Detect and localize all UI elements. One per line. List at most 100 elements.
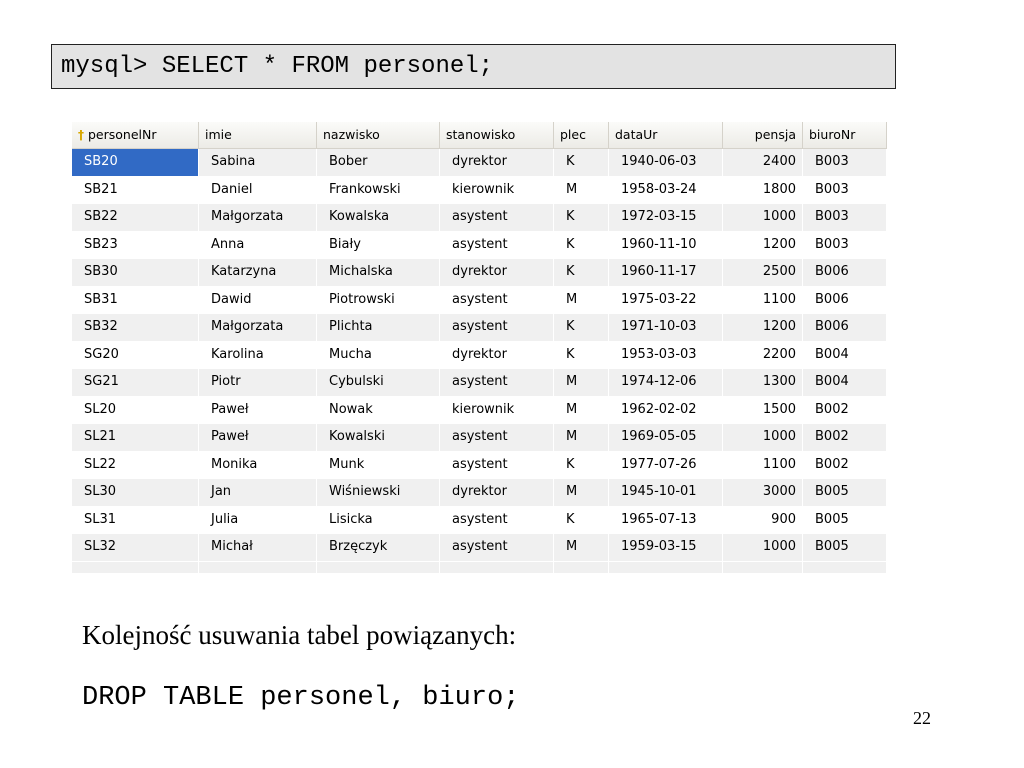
cell-imie[interactable]: Małgorzata xyxy=(199,314,317,341)
cell-imie[interactable]: Karolina xyxy=(199,341,317,368)
cell-plec[interactable]: K xyxy=(554,149,609,176)
cell-stanowisko[interactable]: asystent xyxy=(440,506,554,533)
table-row[interactable]: SB22 Małgorzata Kowalska asystent K 1972-03-1… xyxy=(72,204,887,232)
cell-pensja[interactable]: 1100 xyxy=(723,451,803,478)
cell-personelNr[interactable]: SL31 xyxy=(72,506,199,533)
cell-plec[interactable]: M xyxy=(554,369,609,396)
cell-stanowisko[interactable]: asystent xyxy=(440,286,554,313)
column-header-personelNr[interactable]: † personelNr xyxy=(72,122,199,148)
cell-imie[interactable]: Michał xyxy=(199,534,317,561)
cell-plec[interactable]: K xyxy=(554,314,609,341)
table-row[interactable]: SB32 Małgorzata Plichta asystent K 1971-10-03… xyxy=(72,314,887,342)
table-row[interactable]: SB30 Katarzyna Michalska dyrektor K 1960-11-1… xyxy=(72,259,887,287)
empty-cell[interactable] xyxy=(803,561,887,573)
cell-stanowisko[interactable]: dyrektor xyxy=(440,341,554,368)
cell-plec[interactable]: M xyxy=(554,479,609,506)
cell-dataUr[interactable]: 1953-03-03 xyxy=(609,341,723,368)
cell-stanowisko[interactable]: asystent xyxy=(440,451,554,478)
cell-stanowisko[interactable]: kierownik xyxy=(440,396,554,423)
cell-pensja[interactable]: 1200 xyxy=(723,231,803,258)
cell-personelNr[interactable]: SL32 xyxy=(72,534,199,561)
cell-stanowisko[interactable]: dyrektor xyxy=(440,149,554,176)
table-row[interactable]: SG20 Karolina Mucha dyrektor K 1953-03-03 2200… xyxy=(72,341,887,369)
cell-dataUr[interactable]: 1974-12-06 xyxy=(609,369,723,396)
cell-personelNr[interactable]: SB23 xyxy=(72,231,199,258)
table-row[interactable]: SL22 Monika Munk asystent K 1977-07-26 1100 B00… xyxy=(72,451,887,479)
empty-cell[interactable] xyxy=(723,561,803,573)
cell-dataUr[interactable]: 1965-07-13 xyxy=(609,506,723,533)
cell-nazwisko[interactable]: Frankowski xyxy=(317,176,440,203)
cell-pensja[interactable]: 1000 xyxy=(723,424,803,451)
cell-biuroNr[interactable]: B002 xyxy=(803,451,887,478)
cell-personelNr[interactable]: SB20 xyxy=(72,149,199,176)
cell-nazwisko[interactable]: Brzęczyk xyxy=(317,534,440,561)
column-header-dataUr[interactable]: dataUr xyxy=(609,122,723,148)
cell-pensja[interactable]: 1000 xyxy=(723,204,803,231)
cell-pensja[interactable]: 1200 xyxy=(723,314,803,341)
column-header-plec[interactable]: plec xyxy=(554,122,609,148)
cell-biuroNr[interactable]: B004 xyxy=(803,341,887,368)
cell-nazwisko[interactable]: Bober xyxy=(317,149,440,176)
cell-dataUr[interactable]: 1962-02-02 xyxy=(609,396,723,423)
column-header-biuroNr[interactable]: biuroNr xyxy=(803,122,887,148)
cell-biuroNr[interactable]: B003 xyxy=(803,149,887,176)
cell-imie[interactable]: Dawid xyxy=(199,286,317,313)
empty-cell[interactable] xyxy=(440,561,554,573)
cell-stanowisko[interactable]: kierownik xyxy=(440,176,554,203)
cell-stanowisko[interactable]: asystent xyxy=(440,314,554,341)
cell-nazwisko[interactable]: Wiśniewski xyxy=(317,479,440,506)
cell-plec[interactable]: M xyxy=(554,286,609,313)
empty-cell[interactable] xyxy=(317,561,440,573)
cell-biuroNr[interactable]: B002 xyxy=(803,424,887,451)
cell-dataUr[interactable]: 1959-03-15 xyxy=(609,534,723,561)
cell-biuroNr[interactable]: B005 xyxy=(803,534,887,561)
cell-stanowisko[interactable]: asystent xyxy=(440,534,554,561)
cell-nazwisko[interactable]: Kowalski xyxy=(317,424,440,451)
cell-nazwisko[interactable]: Plichta xyxy=(317,314,440,341)
cell-plec[interactable]: K xyxy=(554,204,609,231)
cell-plec[interactable]: M xyxy=(554,424,609,451)
cell-biuroNr[interactable]: B003 xyxy=(803,204,887,231)
cell-biuroNr[interactable]: B003 xyxy=(803,231,887,258)
cell-personelNr[interactable]: SB21 xyxy=(72,176,199,203)
cell-stanowisko[interactable]: asystent xyxy=(440,424,554,451)
table-row[interactable]: SL21 Paweł Kowalski asystent M 1969-05-05 1000… xyxy=(72,424,887,452)
cell-personelNr[interactable]: SB31 xyxy=(72,286,199,313)
cell-plec[interactable]: M xyxy=(554,176,609,203)
cell-dataUr[interactable]: 1972-03-15 xyxy=(609,204,723,231)
cell-nazwisko[interactable]: Cybulski xyxy=(317,369,440,396)
cell-stanowisko[interactable]: dyrektor xyxy=(440,259,554,286)
cell-stanowisko[interactable]: asystent xyxy=(440,204,554,231)
cell-biuroNr[interactable]: B006 xyxy=(803,314,887,341)
cell-dataUr[interactable]: 1971-10-03 xyxy=(609,314,723,341)
cell-nazwisko[interactable]: Kowalska xyxy=(317,204,440,231)
cell-personelNr[interactable]: SL22 xyxy=(72,451,199,478)
cell-imie[interactable]: Julia xyxy=(199,506,317,533)
cell-dataUr[interactable]: 1975-03-22 xyxy=(609,286,723,313)
cell-plec[interactable]: M xyxy=(554,396,609,423)
cell-plec[interactable]: K xyxy=(554,231,609,258)
new-row-placeholder[interactable] xyxy=(72,561,887,573)
cell-plec[interactable]: M xyxy=(554,534,609,561)
cell-nazwisko[interactable]: Piotrowski xyxy=(317,286,440,313)
cell-dataUr[interactable]: 1945-10-01 xyxy=(609,479,723,506)
cell-imie[interactable]: Katarzyna xyxy=(199,259,317,286)
cell-dataUr[interactable]: 1969-05-05 xyxy=(609,424,723,451)
cell-imie[interactable]: Paweł xyxy=(199,396,317,423)
table-row[interactable]: SL30 Jan Wiśniewski dyrektor M 1945-10-01 3000… xyxy=(72,479,887,507)
cell-personelNr[interactable]: SL21 xyxy=(72,424,199,451)
cell-imie[interactable]: Jan xyxy=(199,479,317,506)
table-row[interactable]: SL20 Paweł Nowak kierownik M 1962-02-02 1500 B0… xyxy=(72,396,887,424)
empty-cell[interactable] xyxy=(199,561,317,573)
cell-personelNr[interactable]: SL20 xyxy=(72,396,199,423)
cell-biuroNr[interactable]: B006 xyxy=(803,286,887,313)
cell-plec[interactable]: K xyxy=(554,506,609,533)
cell-stanowisko[interactable]: asystent xyxy=(440,231,554,258)
cell-imie[interactable]: Monika xyxy=(199,451,317,478)
table-row[interactable]: SL31 Julia Lisicka asystent K 1965-07-13 900 B0… xyxy=(72,506,887,534)
cell-imie[interactable]: Daniel xyxy=(199,176,317,203)
cell-plec[interactable]: K xyxy=(554,259,609,286)
cell-personelNr[interactable]: SB30 xyxy=(72,259,199,286)
cell-nazwisko[interactable]: Mucha xyxy=(317,341,440,368)
table-row[interactable]: SB21 Daniel Frankowski kierownik M 1958-03-24… xyxy=(72,176,887,204)
